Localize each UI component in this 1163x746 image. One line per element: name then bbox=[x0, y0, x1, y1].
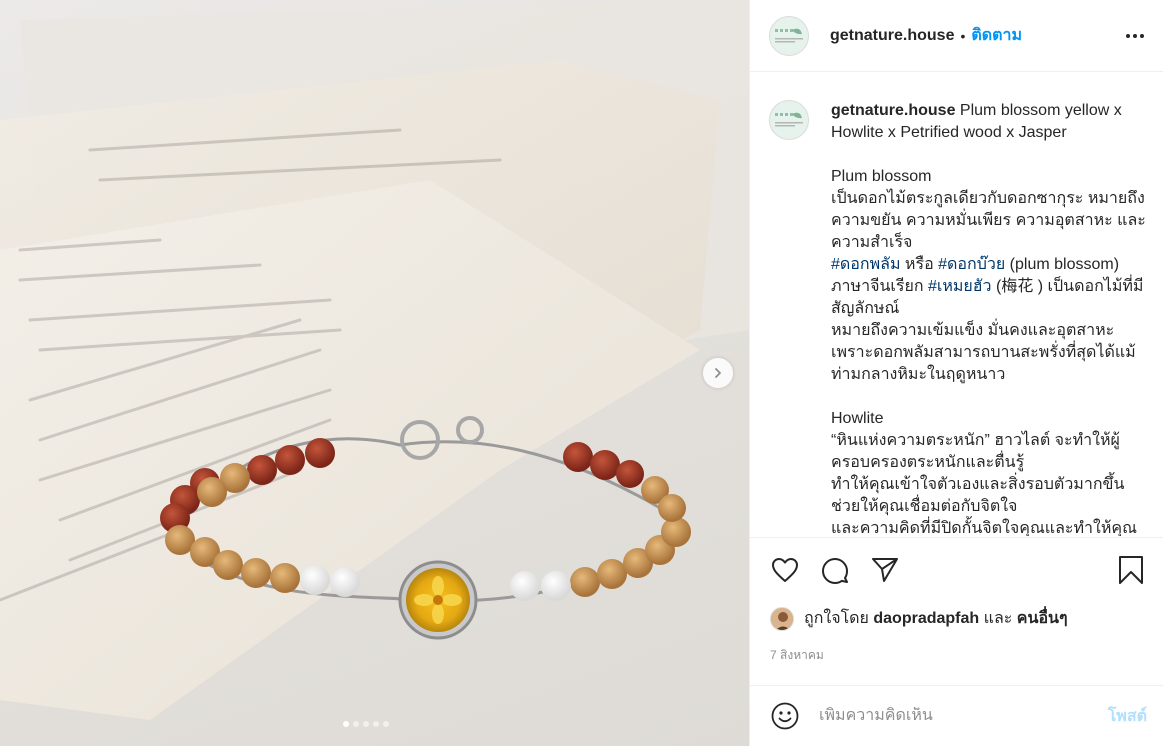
bracelet-photo bbox=[0, 0, 749, 720]
getnature-logo-icon bbox=[775, 112, 803, 127]
more-options-button[interactable] bbox=[1123, 24, 1147, 48]
header-separator: • bbox=[960, 27, 966, 44]
hashtag-link[interactable]: #ดอกบ๊วย bbox=[938, 256, 1005, 273]
instagram-post: getnature.house • ติดตาม getnature.house bbox=[0, 0, 1163, 746]
header-username[interactable]: getnature.house bbox=[830, 27, 954, 45]
carousel-indicator bbox=[343, 721, 389, 727]
caption: getnature.house Plum blossom yellow x Ho… bbox=[769, 100, 1149, 536]
caption-body: Plum blossom yellow x Howlite x Petrifie… bbox=[831, 102, 1146, 536]
comment-icon bbox=[822, 557, 848, 584]
caption-segment: Plum blossom yellow x Howlite x Petrifie… bbox=[831, 102, 1146, 251]
send-icon bbox=[872, 557, 898, 582]
liker-username[interactable]: daopradapfah bbox=[873, 610, 979, 628]
action-bar bbox=[750, 537, 1163, 601]
post-comment-button[interactable]: โพสต์ bbox=[1108, 704, 1147, 729]
like-button[interactable] bbox=[769, 554, 801, 586]
hashtag-link[interactable]: #ดอกพลัม bbox=[831, 256, 900, 273]
comment-button[interactable] bbox=[819, 554, 851, 586]
caption-segment: หรือ bbox=[900, 256, 939, 273]
post-date[interactable]: 7 สิงหาคม bbox=[770, 646, 824, 665]
comments-section[interactable]: getnature.house Plum blossom yellow x Ho… bbox=[750, 72, 1163, 536]
carousel-dot bbox=[373, 721, 379, 727]
caption-avatar[interactable] bbox=[769, 100, 809, 140]
user-photo-icon bbox=[771, 607, 793, 630]
caption-text: getnature.house Plum blossom yellow x Ho… bbox=[831, 100, 1149, 536]
more-horizontal-icon bbox=[1126, 33, 1144, 38]
carousel-dot bbox=[343, 721, 349, 727]
post-media[interactable] bbox=[0, 0, 749, 746]
caption-username[interactable]: getnature.house bbox=[831, 102, 955, 119]
follow-button[interactable]: ติดตาม bbox=[971, 23, 1022, 48]
comment-input[interactable] bbox=[819, 707, 1108, 725]
likes-summary: ถูกใจโดย daopradapfah และ คนอื่นๆ bbox=[770, 606, 1068, 631]
likes-conj: และ bbox=[983, 610, 1013, 627]
post-side-panel: getnature.house • ติดตาม getnature.house bbox=[749, 0, 1163, 746]
emoji-button[interactable] bbox=[769, 700, 801, 732]
post-header: getnature.house • ติดตาม bbox=[750, 0, 1163, 72]
chevron-right-icon bbox=[715, 368, 721, 378]
carousel-next-button[interactable] bbox=[703, 358, 733, 388]
profile-avatar[interactable] bbox=[769, 15, 809, 56]
likes-others-link[interactable]: คนอื่นๆ bbox=[1017, 606, 1068, 631]
hashtag-link[interactable]: #เหมยฮัว bbox=[928, 278, 992, 295]
getnature-logo-icon bbox=[775, 28, 803, 42]
heart-icon bbox=[772, 557, 798, 582]
carousel-dot bbox=[383, 721, 389, 727]
share-button[interactable] bbox=[869, 554, 901, 586]
add-comment-bar: โพสต์ bbox=[750, 685, 1163, 746]
bookmark-icon bbox=[1119, 555, 1143, 584]
save-button[interactable] bbox=[1115, 554, 1147, 586]
carousel-dot bbox=[363, 721, 369, 727]
emoji-icon bbox=[771, 702, 799, 730]
liker-avatar[interactable] bbox=[770, 606, 794, 631]
carousel-dot bbox=[353, 721, 359, 727]
likes-prefix: ถูกใจโดย bbox=[804, 610, 869, 627]
caption-segment: (梅花 ) เป็นดอกไม้ที่มีสัญลักษณ์ หมายถึงคว… bbox=[831, 278, 1144, 536]
